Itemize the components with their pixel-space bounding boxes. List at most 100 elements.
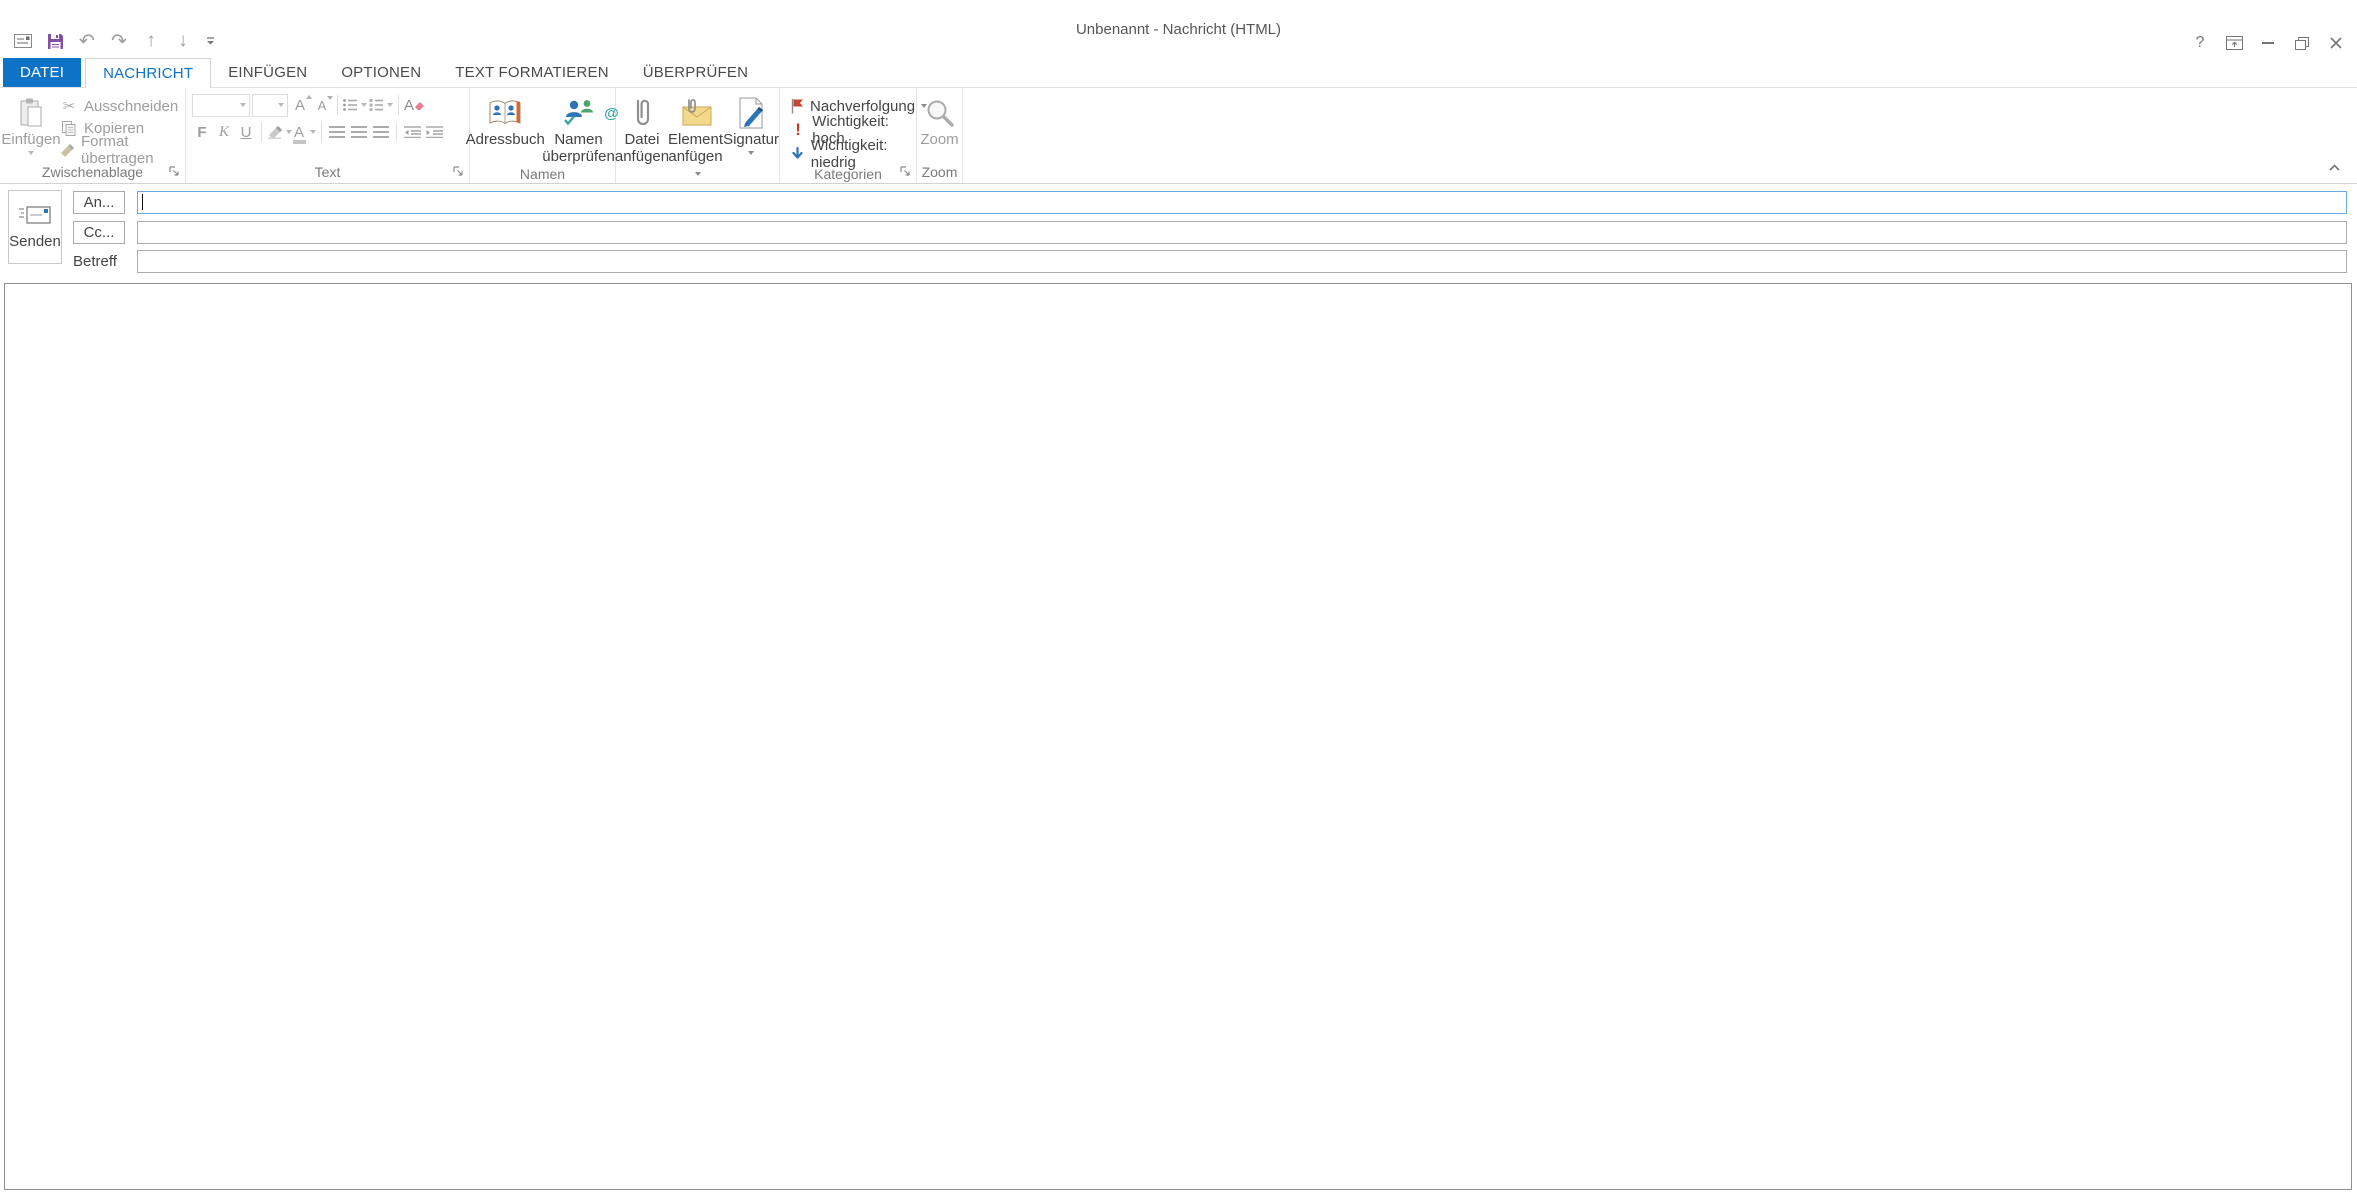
increase-indent-button[interactable] <box>424 121 444 143</box>
customize-qat-button[interactable] <box>202 28 218 54</box>
importance-low-button[interactable]: Wichtigkeit: niedrig <box>788 143 914 165</box>
message-header: Senden An... Cc... Betreff <box>0 184 2357 281</box>
text-group-label: Text <box>186 160 469 183</box>
ribbon-tab-bar: DATEI NACHRICHT EINFÜGEN OPTIONEN TEXT F… <box>0 58 2357 88</box>
tab-datei[interactable]: DATEI <box>3 58 81 87</box>
ribbon-empty-area <box>963 88 2357 183</box>
attach-file-label: Datei anfügen <box>615 131 669 165</box>
format-painter-icon <box>60 141 75 159</box>
font-color-button[interactable]: A <box>294 121 316 143</box>
tags-group-label: Kategorien <box>780 165 916 183</box>
signature-dropdown-icon <box>748 151 754 155</box>
clipboard-paste-icon <box>18 95 44 131</box>
tab-ueberpruefen[interactable]: ÜBERPRÜFEN <box>626 58 765 87</box>
attach-file-button[interactable]: Datei anfügen <box>618 93 666 182</box>
tab-optionen[interactable]: OPTIONEN <box>324 58 438 87</box>
paste-button[interactable]: Einfügen <box>4 93 58 161</box>
ribbon: Einfügen ✂ Ausschneiden Kopieren <box>0 88 2357 184</box>
signature-button[interactable]: Signatur <box>725 93 777 182</box>
zoom-button[interactable]: Zoom <box>919 93 960 160</box>
paste-label: Einfügen <box>1 131 60 148</box>
save-button[interactable] <box>42 28 68 54</box>
cc-input[interactable] <box>137 221 2347 244</box>
to-input[interactable] <box>137 191 2347 214</box>
signature-icon <box>737 95 765 131</box>
group-include: Datei anfügen Element anfügen Signatur E… <box>616 88 780 183</box>
tags-dialog-launcher[interactable] <box>898 164 912 178</box>
outlook-message-window: ↶ ↷ ↑ ↓ Unbenannt - Nachricht (HTML) ? <box>0 0 2357 1195</box>
down-arrow-icon <box>790 145 805 163</box>
paperclip-icon <box>632 95 652 131</box>
group-zoom: Zoom Zoom <box>917 88 963 183</box>
tab-text-formatieren[interactable]: TEXT FORMATIEREN <box>438 58 626 87</box>
minimize-button[interactable] <box>2253 30 2283 56</box>
flag-icon <box>790 97 804 115</box>
format-painter-button[interactable]: Format übertragen <box>58 139 183 161</box>
underline-button[interactable]: U <box>236 121 256 143</box>
check-names-label: Namen überprüfen @ <box>542 131 615 165</box>
bullets-button[interactable] <box>343 94 367 116</box>
tab-nachricht[interactable]: NACHRICHT <box>85 58 211 88</box>
bold-button[interactable]: F <box>192 121 212 143</box>
scissors-icon: ✂ <box>60 97 78 115</box>
text-dialog-launcher[interactable] <box>451 164 465 178</box>
group-tags: Nachverfolgung ! Wichtigkeit: hoch Wicht… <box>780 88 917 183</box>
undo-button[interactable]: ↶ <box>74 28 100 54</box>
shrink-font-button[interactable]: A <box>312 94 332 116</box>
cc-button[interactable]: Cc... <box>73 221 125 244</box>
align-left-button[interactable] <box>327 121 347 143</box>
decrease-indent-button[interactable] <box>402 121 422 143</box>
address-book-label: Adressbuch <box>466 131 545 148</box>
send-label: Senden <box>9 233 61 250</box>
title-bar: ↶ ↷ ↑ ↓ Unbenannt - Nachricht (HTML) ? <box>0 0 2357 58</box>
align-right-button[interactable] <box>371 121 391 143</box>
address-book-button[interactable]: Adressbuch <box>470 93 540 165</box>
numbering-button[interactable] <box>369 94 393 116</box>
magnifier-icon <box>925 95 955 131</box>
exclamation-icon: ! <box>790 121 806 139</box>
attach-item-icon <box>679 95 713 131</box>
attach-item-dropdown-icon <box>695 172 701 176</box>
clipboard-group-label: Zwischenablage <box>0 161 185 183</box>
check-names-icon <box>562 95 596 131</box>
close-button[interactable] <box>2321 30 2351 56</box>
font-name-combobox[interactable] <box>192 94 250 117</box>
quick-access-toolbar: ↶ ↷ ↑ ↓ <box>10 26 218 56</box>
restore-button[interactable] <box>2287 30 2317 56</box>
clear-formatting-button[interactable]: A <box>404 94 425 116</box>
subject-input[interactable] <box>137 250 2347 273</box>
message-window-icon <box>10 28 36 54</box>
cut-button[interactable]: ✂ Ausschneiden <box>58 95 183 117</box>
font-size-dropdown-icon <box>278 103 284 107</box>
align-center-button[interactable] <box>349 121 369 143</box>
attach-item-label: Element anfügen <box>668 131 723 182</box>
highlight-button[interactable] <box>267 121 292 143</box>
zoom-group-label: Zoom <box>917 160 962 183</box>
font-name-dropdown-icon <box>240 103 246 107</box>
window-controls: ? <box>2185 30 2351 56</box>
check-names-button[interactable]: Namen überprüfen @ <box>542 93 615 165</box>
italic-button[interactable]: K <box>214 121 234 143</box>
redo-button[interactable]: ↷ <box>106 28 132 54</box>
font-size-combobox[interactable] <box>252 94 288 117</box>
names-group-label: Namen <box>470 165 615 183</box>
subject-label: Betreff <box>73 253 117 270</box>
next-item-button[interactable]: ↓ <box>170 28 196 54</box>
to-button[interactable]: An... <box>73 191 125 214</box>
group-text: A A A <box>186 88 470 183</box>
tab-einfuegen[interactable]: EINFÜGEN <box>211 58 324 87</box>
grow-font-button[interactable]: A <box>290 94 310 116</box>
clipboard-dialog-launcher[interactable] <box>167 164 181 178</box>
follow-up-label: Nachverfolgung <box>810 98 915 115</box>
collapse-ribbon-button[interactable] <box>2323 159 2345 175</box>
send-button[interactable]: Senden <box>8 190 62 264</box>
send-icon <box>18 204 52 226</box>
help-button[interactable]: ? <box>2185 30 2215 56</box>
address-book-icon <box>488 95 522 131</box>
ribbon-display-options-button[interactable] <box>2219 30 2249 56</box>
attach-item-button[interactable]: Element anfügen <box>668 93 723 182</box>
zoom-label: Zoom <box>920 131 958 148</box>
message-body-editor[interactable] <box>4 283 2352 1190</box>
signature-label: Signatur <box>723 131 779 148</box>
previous-item-button[interactable]: ↑ <box>138 28 164 54</box>
